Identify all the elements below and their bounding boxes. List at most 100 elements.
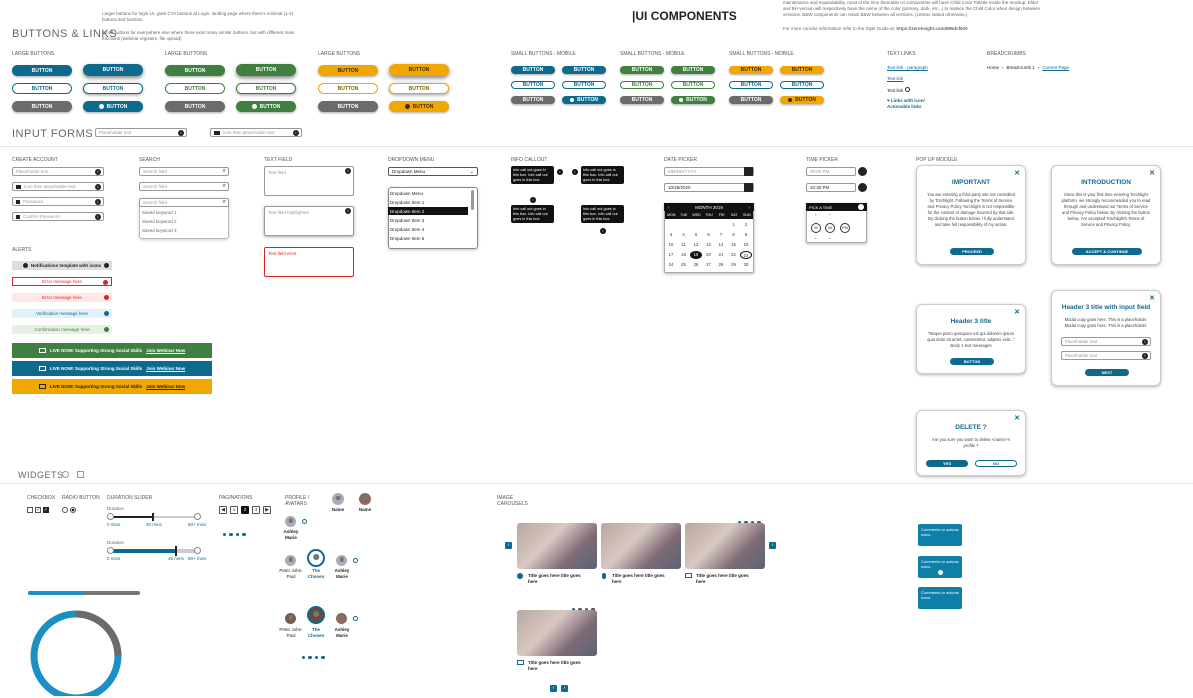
pagination-next[interactable]: ▶ bbox=[263, 506, 271, 514]
small-button-blue-hover[interactable]: BUTTON bbox=[562, 66, 606, 74]
close-icon[interactable]: ✕ bbox=[1014, 169, 1020, 177]
play-icon[interactable] bbox=[517, 573, 523, 579]
small-button-outline-hover[interactable]: BUTTON bbox=[780, 81, 824, 89]
small-button-green-outline-hover[interactable]: BUTTON bbox=[671, 81, 715, 89]
calendar-day[interactable]: 25 bbox=[678, 261, 690, 269]
small-button-blue-icon[interactable]: BUTTON bbox=[562, 96, 606, 104]
date-input-filled[interactable]: 10/28/2020 bbox=[664, 183, 754, 192]
proceed-button[interactable]: PROCEED bbox=[950, 248, 994, 255]
dot[interactable] bbox=[308, 655, 312, 659]
info-icon[interactable]: i bbox=[600, 228, 606, 234]
avatar-photo[interactable] bbox=[336, 613, 347, 624]
info-icon[interactable]: i bbox=[557, 169, 563, 175]
carousel-prev-button[interactable]: ‹ bbox=[505, 542, 512, 549]
carousel-next-button[interactable]: › bbox=[561, 685, 568, 692]
action-icon[interactable] bbox=[937, 570, 943, 576]
calendar-day[interactable]: 29 bbox=[728, 261, 740, 269]
radio-unchecked[interactable] bbox=[62, 507, 68, 513]
accept-continue-button[interactable]: ACCEPT & CONTINUE bbox=[1072, 248, 1142, 255]
carousel-image[interactable] bbox=[601, 523, 681, 569]
textarea-highlighted[interactable]: Text field highlighted i bbox=[264, 206, 354, 236]
large-button-blue-hover[interactable]: BUTTON bbox=[83, 64, 143, 76]
small-button-blue-outline[interactable]: BUTTON bbox=[511, 81, 555, 89]
large-button-green-hover[interactable]: BUTTON bbox=[236, 64, 296, 76]
text-link[interactable]: Text link bbox=[887, 76, 903, 81]
dropdown-item[interactable]: Dropdown Item 3 bbox=[388, 216, 476, 224]
avatar[interactable] bbox=[332, 493, 344, 505]
large-button-disabled[interactable]: BUTTON bbox=[12, 101, 72, 112]
create-account-field[interactable]: Placeholder text i bbox=[12, 167, 104, 176]
scrollbar[interactable] bbox=[471, 190, 474, 210]
calendar-day[interactable]: 10 bbox=[665, 241, 677, 249]
large-button-orange-icon[interactable]: BUTTON bbox=[389, 101, 449, 112]
large-button-green[interactable]: BUTTON bbox=[165, 65, 225, 76]
clock-icon[interactable] bbox=[858, 183, 867, 192]
large-button-disabled[interactable]: BUTTON bbox=[165, 101, 225, 112]
calendar-day[interactable]: 8 bbox=[728, 231, 740, 239]
close-icon[interactable]: ✕ bbox=[1149, 294, 1155, 302]
page-number[interactable]: 3 bbox=[252, 506, 260, 514]
close-icon[interactable]: ✕ bbox=[1014, 414, 1020, 422]
calendar-day[interactable]: 6 bbox=[703, 231, 715, 239]
carousel-image[interactable] bbox=[517, 523, 597, 569]
small-button-disabled[interactable]: BUTTON bbox=[620, 96, 664, 104]
avatar[interactable] bbox=[285, 555, 296, 566]
large-button-orange-outline-hover[interactable]: BUTTON bbox=[389, 83, 449, 94]
small-button-green-outline[interactable]: BUTTON bbox=[620, 81, 664, 89]
large-button-orange-outline[interactable]: BUTTON bbox=[318, 83, 378, 94]
large-button-green-icon[interactable]: BUTTON bbox=[236, 101, 296, 112]
small-button-green[interactable]: BUTTON bbox=[620, 66, 664, 74]
breadcrumb-home[interactable]: Home bbox=[987, 65, 999, 70]
dot[interactable] bbox=[321, 655, 325, 659]
dropdown-item[interactable]: Dropdown Item 4 bbox=[388, 225, 476, 233]
small-button-green-hover[interactable]: BUTTON bbox=[671, 66, 715, 74]
calendar-day[interactable]: 15 bbox=[728, 241, 740, 249]
info-icon[interactable]: i bbox=[530, 197, 536, 203]
checkbox-checked[interactable]: ✓ bbox=[35, 507, 41, 513]
small-button-orange[interactable]: BUTTON bbox=[729, 66, 773, 74]
avatar-selected[interactable] bbox=[307, 549, 325, 567]
style-guide-link[interactable]: https://zeroheight.com/585dcf620 bbox=[896, 26, 967, 31]
calendar-day[interactable]: 28 bbox=[715, 261, 727, 269]
page-number[interactable]: 1 bbox=[230, 506, 238, 514]
hour-value[interactable]: 00 bbox=[811, 223, 821, 233]
calendar-day[interactable]: 21 bbox=[715, 251, 727, 259]
calendar-day[interactable]: 12 bbox=[690, 241, 702, 249]
dot[interactable] bbox=[314, 655, 318, 659]
dropdown-item[interactable]: Dropdown Item 1 bbox=[388, 198, 476, 206]
ampm-value[interactable]: PM bbox=[840, 223, 850, 233]
calendar-day[interactable]: 1 bbox=[728, 221, 740, 229]
close-icon[interactable] bbox=[104, 311, 109, 316]
actionable-link[interactable]: ♥ Links with icon/ Actionable links bbox=[887, 98, 937, 110]
calendar-day[interactable]: 4 bbox=[678, 231, 690, 239]
close-icon[interactable] bbox=[103, 279, 108, 285]
calendar-day[interactable]: 16 bbox=[740, 241, 752, 249]
calendar-day[interactable]: 26 bbox=[690, 261, 702, 269]
calendar-day[interactable]: 5 bbox=[690, 231, 702, 239]
dropdown-item[interactable]: Dropdown Item 5 bbox=[388, 234, 476, 242]
calendar-day[interactable]: 18 bbox=[678, 251, 690, 259]
search-input[interactable]: Search field ⌕ bbox=[139, 167, 229, 176]
avatar[interactable] bbox=[285, 516, 296, 527]
radio-checked[interactable] bbox=[70, 507, 76, 513]
saved-keyword[interactable]: Saved keyword 2 bbox=[142, 219, 177, 225]
large-button-orange[interactable]: BUTTON bbox=[318, 65, 378, 76]
placeholder-field[interactable]: Placeholder text i bbox=[95, 128, 187, 137]
slider-handle[interactable] bbox=[107, 513, 114, 520]
minute-value[interactable]: 00 bbox=[825, 223, 835, 233]
date-input[interactable]: MM/DD/YYYY bbox=[664, 167, 754, 176]
large-button-blue-icon[interactable]: BUTTON bbox=[83, 101, 143, 112]
join-webinar-link[interactable]: Join Webinar Now bbox=[146, 384, 185, 389]
small-button-blue-outline-hover[interactable]: BUTTON bbox=[562, 81, 606, 89]
popup-field[interactable]: Placeholder text i bbox=[1061, 337, 1151, 346]
calendar-day[interactable]: 27 bbox=[703, 261, 715, 269]
large-button-blue-outline[interactable]: BUTTON bbox=[12, 83, 72, 94]
dropdown-select[interactable]: Dropdown Menu ⌄ bbox=[388, 167, 478, 176]
saved-keyword[interactable]: Saved keyword 1 bbox=[142, 210, 177, 216]
dot[interactable] bbox=[229, 532, 233, 536]
time-input-filled[interactable]: 10:30 PM bbox=[806, 183, 856, 192]
calendar-day[interactable]: 22 bbox=[728, 251, 740, 259]
pagination-prev[interactable]: ◀ bbox=[219, 506, 227, 514]
carousel-next-button[interactable]: › bbox=[769, 542, 776, 549]
calendar-day[interactable]: 13 bbox=[703, 241, 715, 249]
